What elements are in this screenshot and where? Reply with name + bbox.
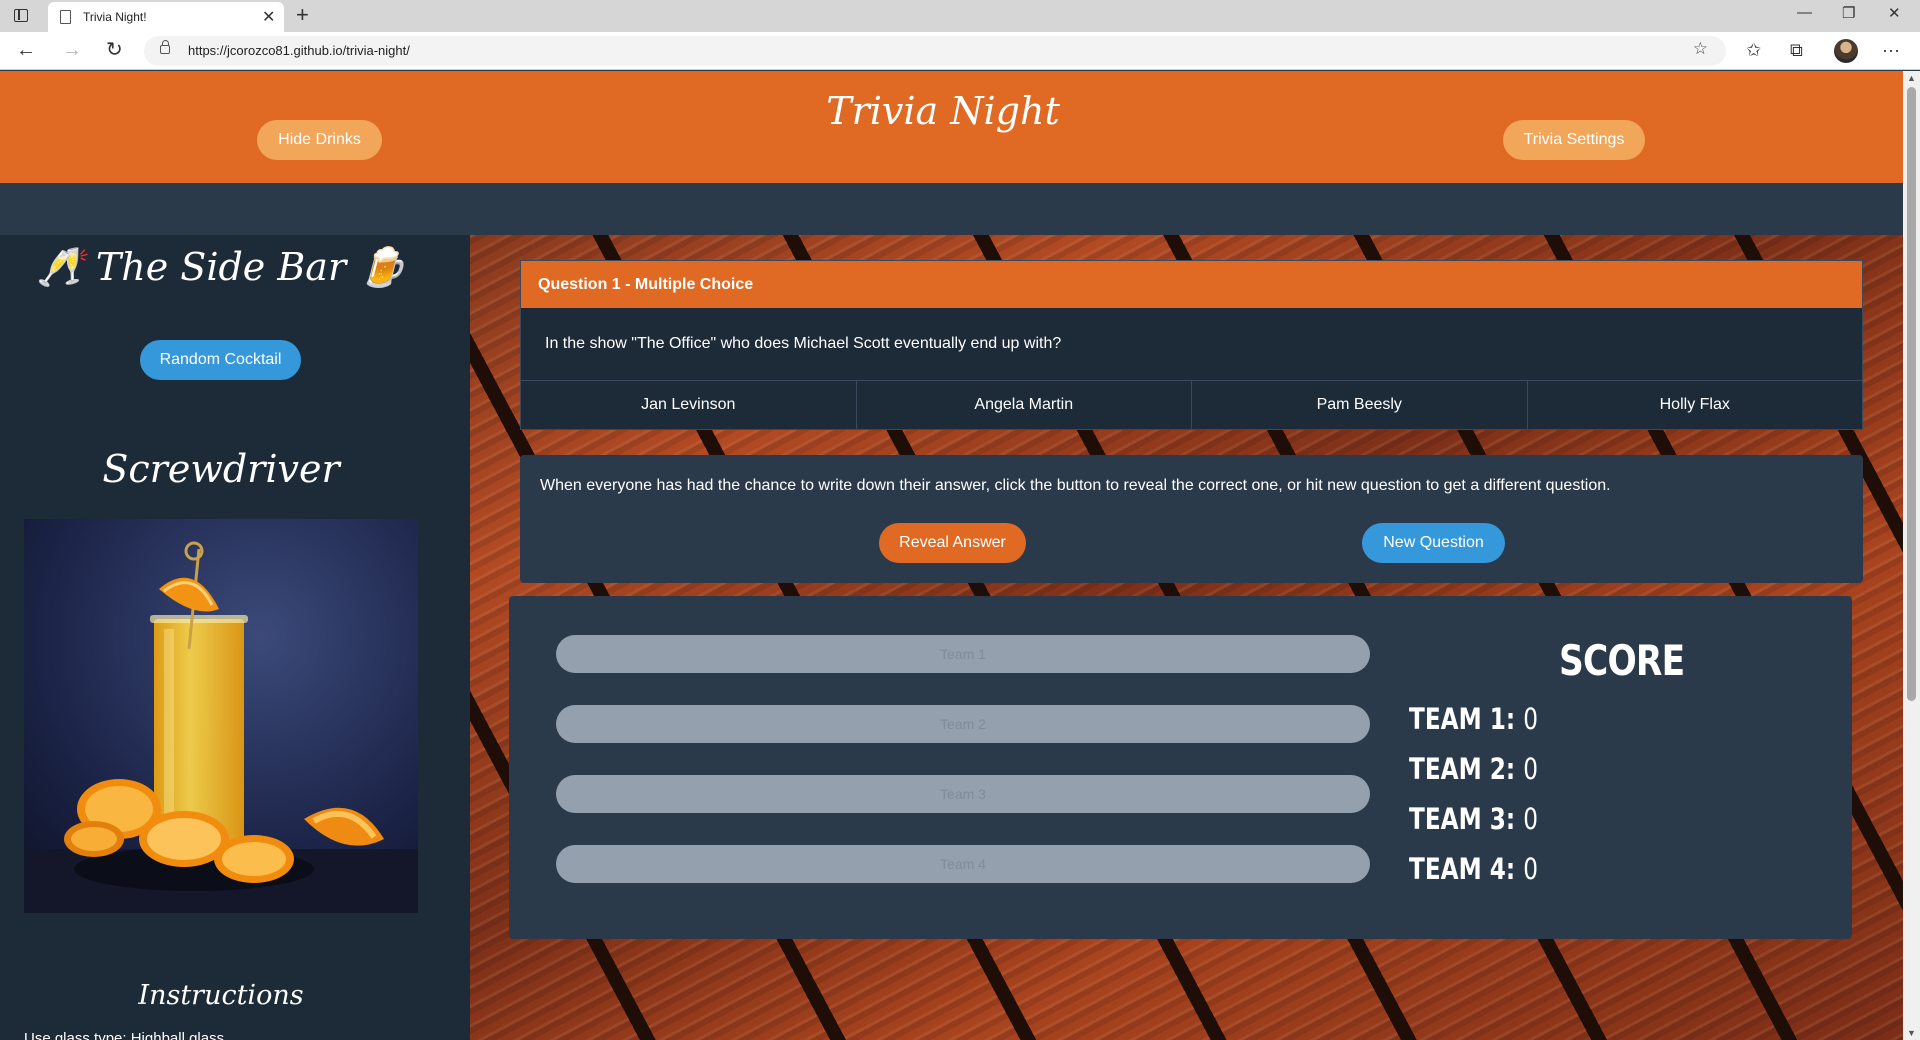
team-score-label: TEAM 2: [1409,752,1516,786]
minimize-icon[interactable]: — [1797,4,1812,21]
close-window-icon[interactable]: ✕ [1888,4,1901,22]
glass-type-text: Use glass type: Highball glass [24,1030,225,1040]
site-header: Trivia Night Hide Drinks Trivia Settings [0,71,1903,183]
team-3-input[interactable] [556,775,1370,813]
hide-drinks-button[interactable]: Hide Drinks [257,120,382,160]
team-score-label: TEAM 4: [1409,852,1516,886]
close-tab-icon[interactable]: ✕ [262,7,275,27]
reveal-panel: When everyone has had the chance to writ… [520,455,1863,583]
scroll-up-icon[interactable]: ▲ [1907,73,1916,83]
answer-option[interactable]: Holly Flax [1527,380,1862,429]
team-score-value: 0 [1523,802,1539,836]
header-band [0,183,1903,235]
question-text: In the show "The Office" who does Michae… [521,308,1862,380]
new-tab-icon[interactable]: + [296,2,309,28]
side-bar-title: 🥂 The Side Bar 🍺 [36,245,406,289]
favorite-star-icon[interactable]: ☆ [1693,39,1708,59]
question-header: Question 1 - Multiple Choice [521,261,1862,308]
answer-list: Jan Levinson Angela Martin Pam Beesly Ho… [521,380,1862,429]
side-bar: 🥂 The Side Bar 🍺 Random Cocktail Screwdr… [0,235,470,1040]
back-icon[interactable]: ← [16,38,36,62]
team-score-label: TEAM 1: [1409,702,1516,736]
team-1-score: TEAM 1: 0 [1409,702,1538,736]
score-panel: SCORE TEAM 1: 0 TEAM 2: 0 TEAM 3: 0 TEAM… [509,596,1852,939]
team-score-value: 0 [1523,702,1539,736]
question-card: Question 1 - Multiple Choice In the show… [520,260,1863,430]
profile-avatar[interactable] [1834,39,1858,63]
answer-option[interactable]: Jan Levinson [521,380,857,429]
trivia-settings-button[interactable]: Trivia Settings [1503,120,1645,160]
tab-title: Trivia Night! [83,10,147,24]
url-field[interactable]: https://jcorozco81.github.io/trivia-nigh… [144,36,1726,66]
more-menu-icon[interactable]: ··· [1882,38,1900,62]
favorites-icon[interactable]: ✩ [1746,38,1761,62]
restore-icon[interactable]: ❐ [1842,4,1855,22]
browser-tab-bar: Trivia Night! ✕ + — ❐ ✕ [0,0,1920,32]
instructions-title: Instructions [138,980,304,1011]
team-4-score: TEAM 4: 0 [1409,852,1538,886]
reveal-answer-button[interactable]: Reveal Answer [879,523,1026,563]
web-page: Trivia Night Hide Drinks Trivia Settings… [0,71,1903,1040]
address-bar: ← → ↻ https://jcorozco81.github.io/trivi… [0,32,1920,70]
refresh-icon[interactable]: ↻ [106,38,123,62]
page-scrollbar[interactable]: ▲ ▼ [1903,71,1920,1040]
team-1-input[interactable] [556,635,1370,673]
team-score-value: 0 [1523,852,1539,886]
answer-option[interactable]: Angela Martin [856,380,1192,429]
team-4-input[interactable] [556,845,1370,883]
reveal-instructions: When everyone has had the chance to writ… [540,477,1611,494]
random-cocktail-button[interactable]: Random Cocktail [140,340,301,380]
answer-option[interactable]: Pam Beesly [1192,380,1528,429]
drink-image [24,519,418,913]
team-3-score: TEAM 3: 0 [1409,802,1538,836]
scroll-down-icon[interactable]: ▼ [1907,1028,1916,1038]
tab-actions-icon[interactable] [14,9,28,22]
new-question-button[interactable]: New Question [1362,523,1505,563]
scroll-thumb[interactable] [1907,87,1916,701]
url-text[interactable]: https://jcorozco81.github.io/trivia-nigh… [188,43,410,58]
forward-icon[interactable]: → [62,38,82,62]
team-2-score: TEAM 2: 0 [1409,752,1538,786]
browser-tab[interactable]: Trivia Night! ✕ [48,2,284,32]
team-score-value: 0 [1523,752,1539,786]
collections-icon[interactable]: ⧉ [1790,38,1803,62]
team-2-input[interactable] [556,705,1370,743]
lock-icon[interactable] [160,40,170,54]
drink-name: Screwdriver [102,447,340,491]
score-title: SCORE [1559,636,1685,685]
page-icon [60,10,71,24]
team-score-label: TEAM 3: [1409,802,1516,836]
